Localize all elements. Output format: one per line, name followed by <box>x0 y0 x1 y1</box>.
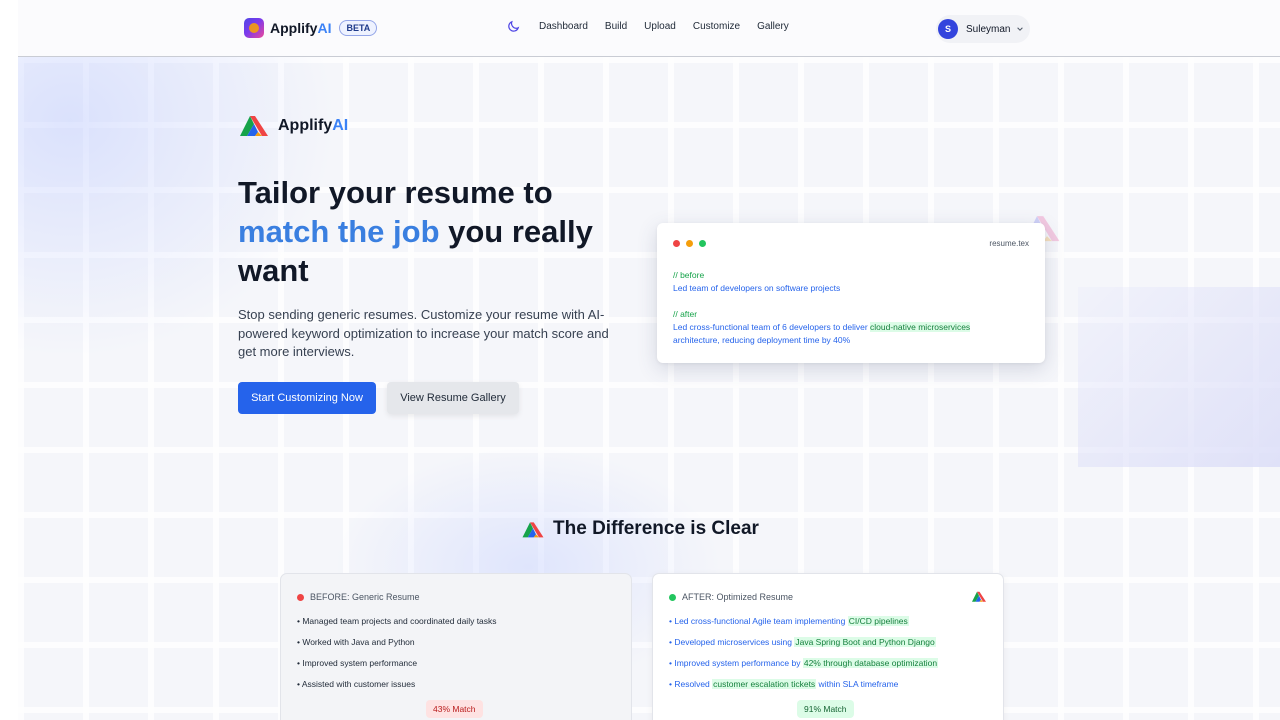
after-resume-card: AFTER: Optimized Resume • Led cross-func… <box>652 573 1004 720</box>
window-controls <box>673 240 706 247</box>
red-dot-icon <box>297 593 304 601</box>
list-item: • Managed team projects and coordinated … <box>297 616 497 626</box>
section-title: The Difference is Clear <box>0 518 1280 545</box>
applify-logo-icon <box>244 18 264 38</box>
nav-link-upload[interactable]: Upload <box>644 21 676 32</box>
after-header: AFTER: Optimized Resume <box>669 592 793 602</box>
minimize-dot-icon <box>686 240 693 247</box>
list-item: • Resolved customer escalation tickets w… <box>669 679 899 689</box>
before-line: Led team of developers on software proje… <box>673 283 841 293</box>
page-title: Tailor your resume to match the job you r… <box>238 175 593 288</box>
list-item: • Developed microservices using Java Spr… <box>669 637 936 647</box>
top-navbar: ApplifyAI BETA Dashboard Build Upload Cu… <box>18 0 1261 57</box>
match-score-badge: 43% Match <box>426 700 483 718</box>
hero-brand-name: ApplifyAI <box>278 116 349 134</box>
resume-code-preview: resume.tex // before Led team of develop… <box>657 223 1045 363</box>
after-line-2: architecture, reducing deployment time b… <box>673 335 851 345</box>
before-resume-card: BEFORE: Generic Resume • Managed team pr… <box>280 573 632 720</box>
after-comment: // after <box>673 309 698 319</box>
list-item: • Assisted with customer issues <box>297 679 416 689</box>
applify-mark-icon <box>240 116 268 136</box>
user-name: Suleyman <box>966 23 1011 35</box>
left-edge <box>0 0 18 720</box>
applify-mark-icon <box>522 521 544 537</box>
nav-link-gallery[interactable]: Gallery <box>757 21 789 32</box>
brand-name: ApplifyAI <box>270 20 332 36</box>
before-comment: // before <box>673 270 705 280</box>
nav-links: Dashboard Build Upload Customize Gallery <box>507 19 806 33</box>
applify-mark-icon <box>972 591 986 602</box>
user-menu[interactable]: S Suleyman <box>936 15 1030 43</box>
moon-icon[interactable] <box>507 19 521 33</box>
hero-logo: ApplifyAI <box>238 113 348 138</box>
match-score-badge: 91% Match <box>797 700 854 718</box>
chevron-down-icon <box>1017 27 1024 31</box>
green-dot-icon <box>669 593 676 601</box>
file-name: resume.tex <box>989 239 1029 248</box>
before-header: BEFORE: Generic Resume <box>297 592 420 602</box>
beta-badge: BETA <box>339 20 378 36</box>
maximize-dot-icon <box>699 240 706 247</box>
hero-description: Stop sending generic resumes. Customize … <box>238 307 609 359</box>
list-item: • Led cross-functional Agile team implem… <box>669 616 909 626</box>
list-item: • Worked with Java and Python <box>297 637 415 647</box>
view-gallery-button[interactable]: View Resume Gallery <box>387 382 519 414</box>
start-customizing-button[interactable]: Start Customizing Now <box>238 382 376 414</box>
avatar: S <box>938 19 958 39</box>
after-line-1: Led cross-functional team of 6 developer… <box>673 322 971 332</box>
brand[interactable]: ApplifyAI BETA <box>244 18 378 38</box>
list-item: • Improved system performance by 42% thr… <box>669 658 939 668</box>
nav-link-build[interactable]: Build <box>605 21 627 32</box>
close-dot-icon <box>673 240 680 247</box>
nav-link-customize[interactable]: Customize <box>693 21 740 32</box>
nav-link-dashboard[interactable]: Dashboard <box>539 21 588 32</box>
list-item: • Improved system performance <box>297 658 418 668</box>
page-background <box>18 57 1280 720</box>
